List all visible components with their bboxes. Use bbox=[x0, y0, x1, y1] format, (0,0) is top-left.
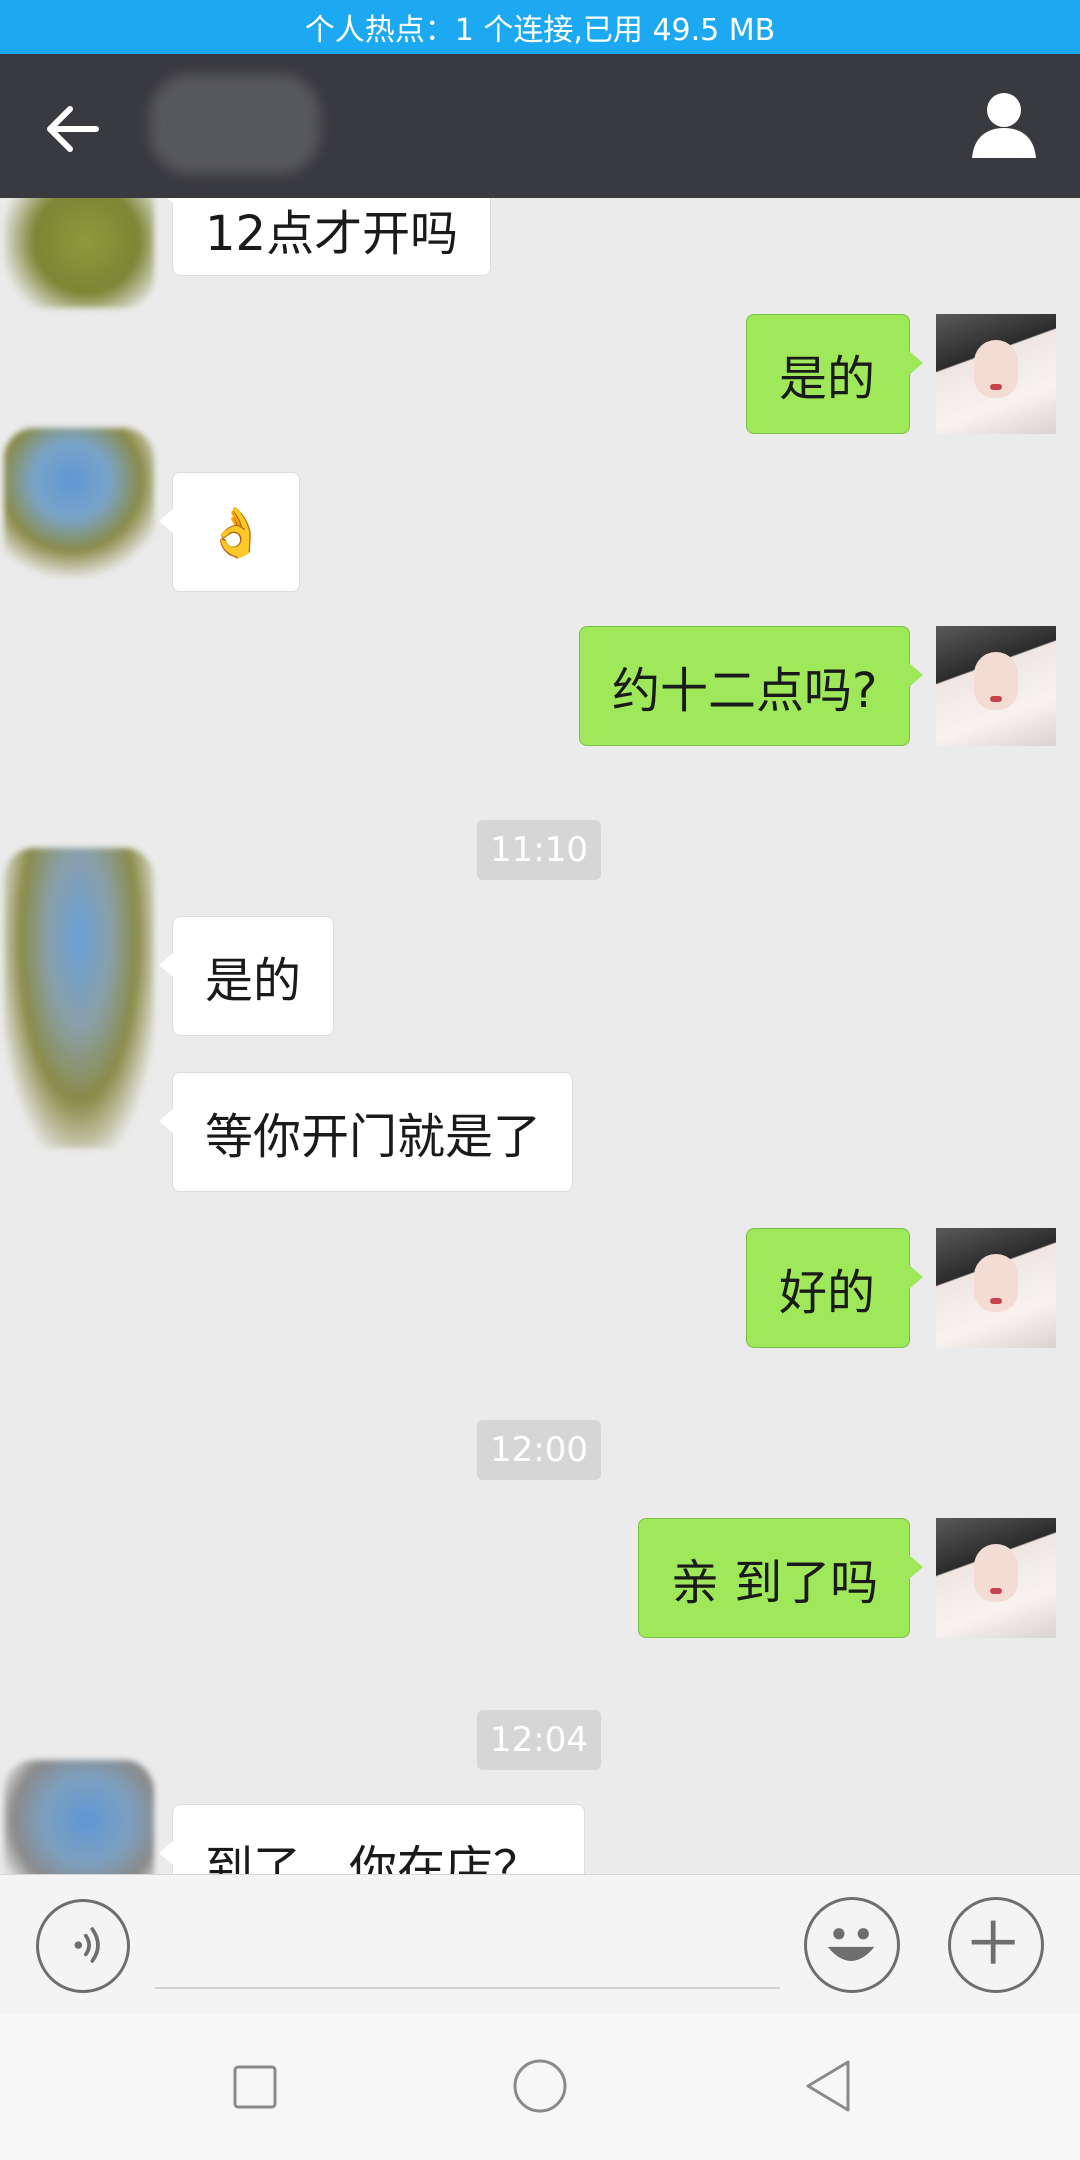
voice-button[interactable] bbox=[36, 1899, 130, 1993]
timestamp-text: 11:10 bbox=[490, 830, 588, 870]
input-bar bbox=[0, 1874, 1080, 2015]
message-text: 12点才开吗 bbox=[205, 206, 459, 262]
message-bubble[interactable]: 等你开门就是了 bbox=[159, 1072, 573, 1192]
message-bubble[interactable]: 是的 bbox=[746, 314, 923, 434]
emoji-button[interactable] bbox=[804, 1897, 900, 1993]
triangle-back-icon[interactable] bbox=[800, 2056, 856, 2116]
message-text: 约十二点吗? bbox=[612, 663, 878, 719]
timestamp: 11:10 bbox=[477, 820, 601, 880]
system-nav-bar bbox=[0, 2014, 1080, 2160]
message-bubble[interactable]: 是的 bbox=[159, 916, 334, 1036]
plus-icon bbox=[971, 1920, 1015, 1964]
message-bubble[interactable]: 好的 bbox=[746, 1228, 923, 1348]
circle-icon[interactable] bbox=[510, 2056, 570, 2116]
arrow-left-icon[interactable] bbox=[38, 94, 108, 164]
message-bubble[interactable]: 12点才开吗 bbox=[158, 198, 492, 276]
message-text: 是的 bbox=[205, 953, 302, 1009]
contact-avatar[interactable] bbox=[4, 848, 154, 1148]
contact-avatar[interactable] bbox=[4, 198, 154, 308]
message-text: 到了，你在店？ bbox=[205, 1841, 542, 1874]
emoji-icon bbox=[827, 1928, 875, 1961]
message-bubble[interactable]: 约十二点吗? bbox=[579, 626, 923, 746]
message-bubble[interactable]: 到了，你在店？ bbox=[159, 1804, 585, 1874]
timestamp: 12:00 bbox=[477, 1420, 601, 1480]
person-icon[interactable] bbox=[968, 90, 1040, 162]
contact-avatar[interactable] bbox=[4, 428, 154, 578]
message-emoji: 👌 bbox=[206, 504, 266, 561]
my-avatar[interactable] bbox=[936, 1228, 1056, 1348]
message-bubble[interactable]: 亲 到了吗 bbox=[638, 1518, 923, 1638]
timestamp-text: 12:00 bbox=[490, 1430, 588, 1470]
timestamp: 12:04 bbox=[477, 1710, 601, 1770]
message-text: 等你开门就是了 bbox=[205, 1109, 542, 1165]
contact-avatar[interactable] bbox=[4, 1760, 154, 1874]
message-text: 亲 到了吗 bbox=[671, 1555, 879, 1611]
voice-icon bbox=[74, 1927, 100, 1963]
message-text: 好的 bbox=[779, 1265, 876, 1321]
message-text: 是的 bbox=[779, 351, 876, 407]
more-button[interactable] bbox=[948, 1897, 1044, 1993]
square-icon[interactable] bbox=[230, 2062, 280, 2112]
my-avatar[interactable] bbox=[936, 1518, 1056, 1638]
status-bar: 个人热点：1 个连接,已用 49.5 MB bbox=[0, 0, 1080, 54]
message-input[interactable] bbox=[155, 1987, 780, 1989]
chat-area[interactable]: 12点才开吗 是的 👌 约十二点吗? 11:10 是的 等你开门就是了 好的 1… bbox=[0, 198, 1080, 1874]
timestamp-text: 12:04 bbox=[490, 1720, 588, 1760]
title-bar bbox=[0, 54, 1080, 198]
contact-name bbox=[150, 74, 320, 174]
my-avatar[interactable] bbox=[936, 314, 1056, 434]
status-bar-text: 个人热点：1 个连接,已用 49.5 MB bbox=[304, 13, 776, 48]
my-avatar[interactable] bbox=[936, 626, 1056, 746]
message-bubble[interactable]: 👌 bbox=[159, 472, 300, 592]
